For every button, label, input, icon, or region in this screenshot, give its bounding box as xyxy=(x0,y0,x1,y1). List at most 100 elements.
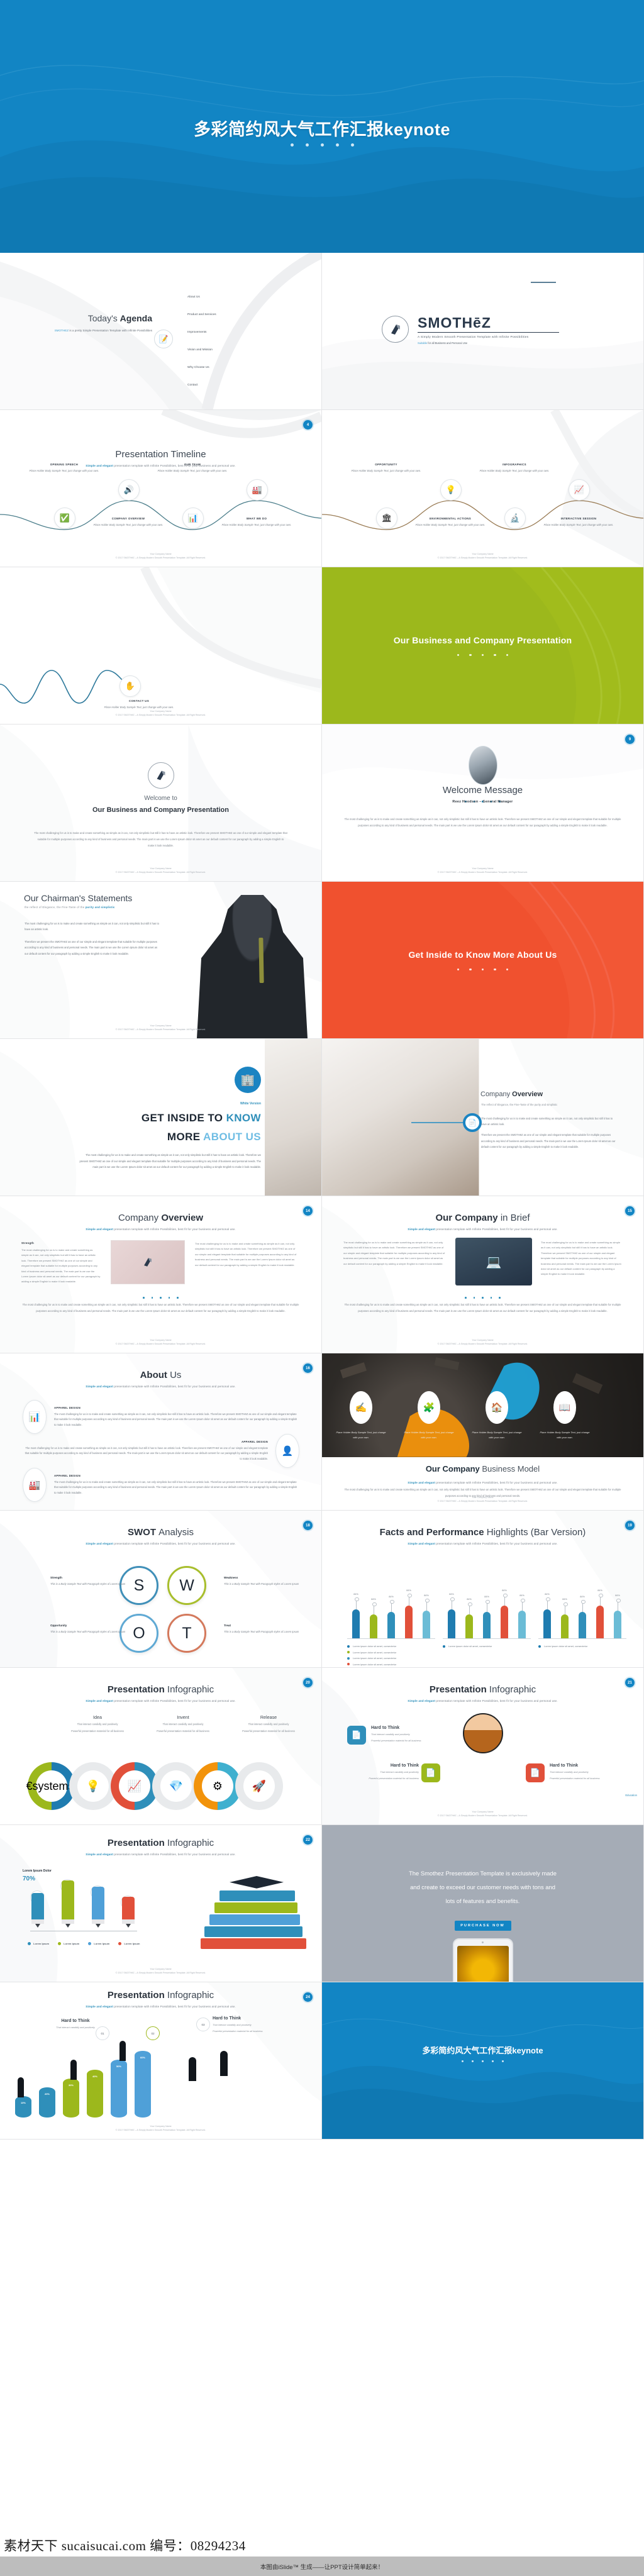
slide-purchase[interactable]: The Smothez Presentation Template is exc… xyxy=(322,1825,644,1982)
ring-3[interactable]: 💎 xyxy=(152,1762,200,1810)
slide-about-us[interactable]: 16 About Us Simple and elegant presentat… xyxy=(0,1353,322,1511)
ring-1[interactable]: 💡 xyxy=(69,1762,117,1810)
bar-group-0-bars: 84% 84% 84% 84% 84% xyxy=(347,1589,435,1639)
footer-copyright: © 2017 SMOTHēZ – A Simply Modern Smooth … xyxy=(115,870,206,874)
slide-logo[interactable]: SMOTHēZ A Simply Modern Smooth Presentat… xyxy=(322,253,644,410)
molecule-icon[interactable]: 🔬 xyxy=(504,508,526,529)
smothez-logo-icon xyxy=(147,762,174,789)
timeline-label-0: OPENING SPEECH xyxy=(50,463,79,466)
brief-col-right: The most challenging for us is to make a… xyxy=(541,1240,621,1277)
swot-circle-t[interactable]: T xyxy=(167,1614,206,1653)
slide-subtitle: Simple and elegant presentation template… xyxy=(408,1542,558,1545)
swirl-decoration xyxy=(497,882,643,1038)
slide-subtitle: Simple and elegant presentation template… xyxy=(86,1542,236,1545)
pen-icon[interactable]: ✍ xyxy=(350,1391,372,1424)
purchase-now-button[interactable]: PURCHASE NOW xyxy=(454,1921,511,1931)
ring-0[interactable]: €systems; xyxy=(26,1762,77,1810)
hero-title: 多彩简约风大气工作汇报keynote xyxy=(193,120,451,139)
slide-welcome-to[interactable]: Welcome to Our Business and Company Pres… xyxy=(0,724,322,882)
about-label-0: APPAREL DESIGN xyxy=(54,1406,81,1409)
home-icon[interactable]: 🏠 xyxy=(486,1391,508,1424)
chart-people-icon: 📊 xyxy=(23,1400,47,1434)
slide-subtitle: Simple and elegant presentation template… xyxy=(86,1228,236,1231)
slide-section-orange[interactable]: Get Inside to Know More About Us xyxy=(322,882,644,1039)
timeline-body-0: Place Holder Body Sample Text, just chan… xyxy=(29,469,99,472)
bottom-attribution-bar: 本图由iSlide™ 生成——让PPT设计简单起来！ xyxy=(0,2557,644,2576)
agenda-item-1[interactable]: Product and Services xyxy=(187,312,216,330)
bar-group-1-bars: 84% 84% 84% 84% 84% xyxy=(443,1589,531,1639)
purchase-copy: The Smothez Presentation Template is exc… xyxy=(360,1867,606,1908)
slide-footer: Your Company Name © 2017 SMOTHēZ – A Sim… xyxy=(322,1810,643,1818)
square-sub-2: That interact candidly and positively xyxy=(550,1770,589,1774)
bar-group-2: 84% 84% 84% 84% 84% Lorem ipsum dolor si… xyxy=(538,1589,626,1648)
slide-timeline-3[interactable]: ✋ CONTACT US Place Holder Body Sample Te… xyxy=(0,567,322,724)
slide-company-brief[interactable]: 15 Our Company in Brief Simple and elega… xyxy=(322,1196,644,1353)
ring-caption-0: Idea That interact candidly and positive… xyxy=(50,1714,145,1734)
slide-welcome-message[interactable]: 9 Welcome Message Reez Hoodson – General… xyxy=(322,724,644,882)
books-illustration xyxy=(201,1874,306,1949)
hand-icon[interactable]: ✋ xyxy=(119,675,141,697)
ring-2[interactable]: 📈 xyxy=(111,1762,158,1810)
agenda-item-3[interactable]: Vision and Mission xyxy=(187,347,216,365)
slide-section-green[interactable]: Our Business and Company Presentation xyxy=(322,567,644,724)
footer-copyright: © 2017 SMOTHēZ – A Simply Modern Smooth … xyxy=(115,1028,206,1031)
section-title: Get Inside to Know More About Us xyxy=(408,950,557,960)
swot-circle-w[interactable]: W xyxy=(167,1566,206,1605)
chart-icon[interactable]: 📈 xyxy=(569,479,590,501)
speaker-icon[interactable]: 🔊 xyxy=(118,479,140,501)
bar-1-3: 84% xyxy=(501,1589,508,1638)
agenda-item-2[interactable]: Improvements xyxy=(187,330,216,347)
check-circle-icon[interactable]: ✅ xyxy=(54,508,75,529)
chairman-tie-accent xyxy=(258,937,264,984)
swot-label-strength: Strength This is a Body Sample Text with… xyxy=(50,1576,145,1587)
contact-card-icon-0[interactable]: 📄 xyxy=(347,1726,366,1745)
timeline-label-2: OUR TEAM xyxy=(184,463,201,466)
slide-final-blue[interactable]: 多彩简约风大气工作汇报keynote xyxy=(322,1982,644,2140)
book-0 xyxy=(201,1938,306,1949)
slide-timeline-1[interactable]: 4 Presentation Timeline Simple and elega… xyxy=(0,410,322,567)
slide-timeline-2[interactable]: 🏛 💡 🔬 📈 OPPORTUNITY Place Holder Body Sa… xyxy=(322,410,644,567)
lightbulb-icon[interactable]: 💡 xyxy=(440,479,462,501)
chairman-para-2: Therefore we present the SMOTHēZ as one … xyxy=(25,940,158,955)
agenda-item-5[interactable]: Contact xyxy=(187,382,216,400)
slide-footer: Your Company Name © 2017 SMOTHēZ – A Sim… xyxy=(0,1967,321,1975)
slide-get-inside[interactable]: 🏢 White Version GET INSIDE TO KNOW MORE … xyxy=(0,1039,322,1196)
about-row-0: 📊 APPAREL DESIGN The most challenging fo… xyxy=(23,1400,299,1434)
slide-company-overview-2[interactable]: 14 Company Overview Simple and elegant p… xyxy=(0,1196,322,1353)
pencil-legend-0: Lorem Ipsum xyxy=(28,1942,49,1945)
slide-infographic-silhouette[interactable]: 24 Presentation Infographic Simple and e… xyxy=(0,1982,322,2140)
agenda-list: About Us Product and Services Improvemen… xyxy=(187,294,216,400)
contact-card-icon-2[interactable]: 📄 xyxy=(526,1763,545,1782)
slide-swot[interactable]: 18 SWOT Analysis Simple and elegant pres… xyxy=(0,1511,322,1668)
slide-company-overview[interactable]: 📄 Company Overview The reflect of Elegan… xyxy=(322,1039,644,1196)
slide-infographic-squares[interactable]: 21 Presentation Infographic Simple and e… xyxy=(322,1668,644,1825)
contact-card-icon-1[interactable]: 📄 xyxy=(421,1763,440,1782)
slide-chairman[interactable]: Our Chairman's Statements the reflect of… xyxy=(0,882,322,1039)
slide-business-model[interactable]: ✍ 🧩 🏠 📖 Place Holder Body Sample Text, j… xyxy=(322,1353,644,1511)
slide-infographic-rings[interactable]: 20 Presentation Infographic Simple and e… xyxy=(0,1668,322,1825)
slide-title: Welcome Message xyxy=(442,785,523,796)
bank-icon[interactable]: 🏛 xyxy=(376,508,397,529)
book-icon[interactable]: 📖 xyxy=(553,1391,576,1424)
slide-agenda[interactable]: Today's Agenda SMOTHEZ is a pretty Simpl… xyxy=(0,253,322,410)
agenda-item-0[interactable]: About Us xyxy=(187,294,216,312)
smothez-logo-icon xyxy=(382,316,409,343)
slide-bar-chart[interactable]: 19 Facts and Performance Highlights (Bar… xyxy=(322,1511,644,1668)
person-silhouette-0 xyxy=(18,2077,24,2097)
about-label-2: APPAREL DESIGN xyxy=(54,1474,81,1477)
agenda-item-4[interactable]: Why Choose Us xyxy=(187,365,216,382)
business-model-cap-1: Place Holder Body Sample Text, just chan… xyxy=(404,1431,454,1439)
factory-icon[interactable]: 🏭 xyxy=(247,479,268,501)
pencil-bar-0 xyxy=(31,1893,44,1928)
grid-icon[interactable]: 🧩 xyxy=(418,1391,440,1424)
ring-4[interactable]: ⚙ xyxy=(194,1762,242,1810)
ring-5[interactable]: 🚀 xyxy=(235,1762,283,1810)
person-name: Reez Hoodson – General Manager xyxy=(452,800,513,804)
presentation-icon[interactable]: 📊 xyxy=(182,508,204,529)
footer-copyright: © 2017 SMOTHēZ – A Simply Modern Smooth … xyxy=(437,1814,528,1817)
slide-title: Our Company in Brief xyxy=(435,1213,530,1223)
slide-infographic-pencils[interactable]: 22 Presentation Infographic Simple and e… xyxy=(0,1825,322,1982)
timeline-label-1: ENVIRONMENTAL ACTIONS xyxy=(429,517,472,520)
divider-dots xyxy=(0,1297,321,1299)
footer-copyright: © 2017 SMOTHēZ – A Simply Modern Smooth … xyxy=(437,870,528,874)
